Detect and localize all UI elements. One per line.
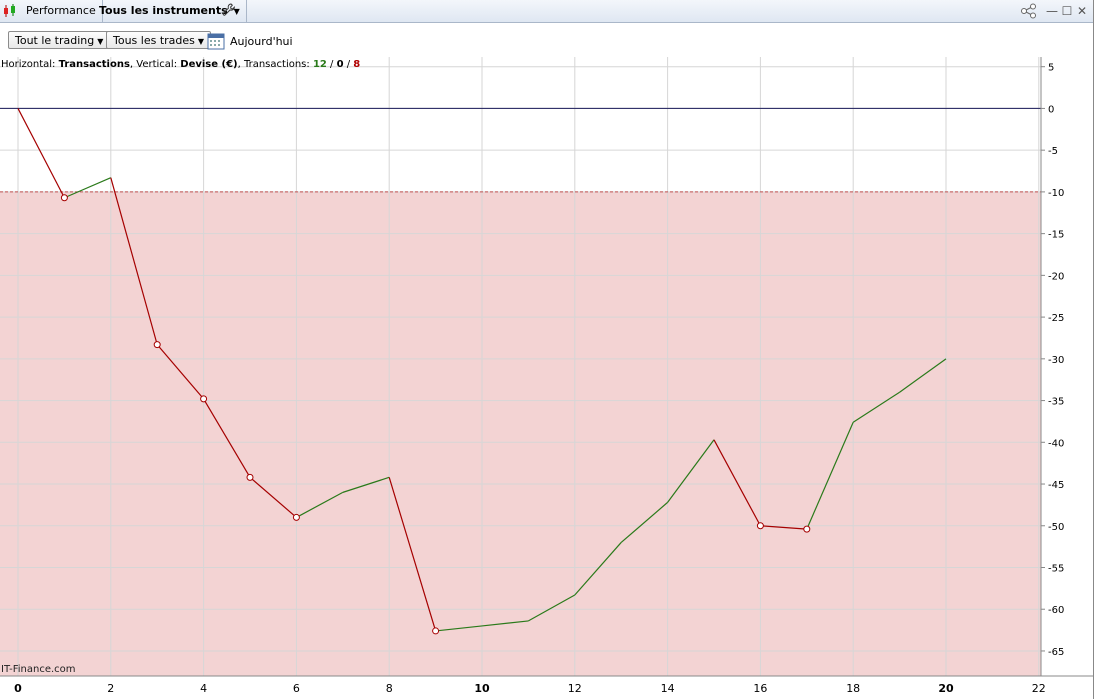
x-tick-label: 2 — [107, 682, 114, 695]
y-tick-label: -55 — [1048, 563, 1064, 574]
x-tick-label: 22 — [1032, 682, 1046, 695]
data-point — [200, 395, 208, 403]
caption-prefix: Horizontal: — [1, 59, 59, 70]
y-tick-label: 0 — [1048, 104, 1054, 115]
caption-sep2: / — [343, 59, 354, 70]
data-point — [432, 627, 440, 635]
data-point — [756, 522, 764, 530]
data-point — [246, 473, 254, 481]
neutral-count: 0 — [336, 59, 344, 70]
x-tick-label: 20 — [938, 682, 954, 695]
winning-count: 12 — [312, 59, 327, 70]
y-tick-label: -50 — [1048, 522, 1064, 533]
x-tick-label: 4 — [200, 682, 207, 695]
y-tick-label: -65 — [1048, 647, 1064, 658]
losing-count: 8 — [353, 59, 361, 70]
y-tick-label: -45 — [1048, 480, 1064, 491]
y-tick-label: 5 — [1048, 63, 1054, 74]
x-tick-label: 12 — [568, 682, 582, 695]
y-tick-label: -20 — [1048, 271, 1064, 282]
y-tick-label: -60 — [1048, 605, 1064, 616]
window-edge — [1093, 0, 1101, 699]
y-tick-label: -30 — [1048, 355, 1064, 366]
caption-sep1: / — [326, 59, 337, 70]
y-tick-label: -40 — [1048, 438, 1064, 449]
y-tick-label: -25 — [1048, 313, 1064, 324]
chart-caption: Horizontal: Transactions, Vertical: Devi… — [1, 59, 360, 70]
x-tick-label: 0 — [14, 682, 22, 695]
x-tick-label: 16 — [753, 682, 767, 695]
y-tick-label: -15 — [1048, 230, 1064, 241]
x-tick-label: 14 — [661, 682, 675, 695]
caption-horizontal: Transactions — [58, 59, 130, 70]
x-tick-label: 8 — [386, 682, 393, 695]
performance-chart: 5 0 -5 -10 -15 -20 -25 -30 -35 -40 -45 -50 -55 -60 -65… — [0, 57, 1093, 695]
x-tick-label: 6 — [293, 682, 300, 695]
watermark: IT-Finance.com — [1, 664, 76, 675]
caption-mid: , Vertical: — [129, 59, 181, 70]
drawdown-zone — [0, 191, 1041, 677]
x-tick-label: 18 — [846, 682, 860, 695]
data-point — [803, 525, 811, 533]
y-tick-label: -10 — [1048, 188, 1064, 199]
y-tick-label: -5 — [1048, 146, 1058, 157]
y-tick-label: -35 — [1048, 397, 1064, 408]
caption-vertical: Devise (€) — [180, 59, 238, 70]
data-point — [292, 513, 300, 521]
x-tick-label: 10 — [474, 682, 490, 695]
caption-mid2: , Transactions: — [237, 59, 313, 70]
data-point — [60, 194, 68, 202]
data-point — [153, 341, 161, 349]
